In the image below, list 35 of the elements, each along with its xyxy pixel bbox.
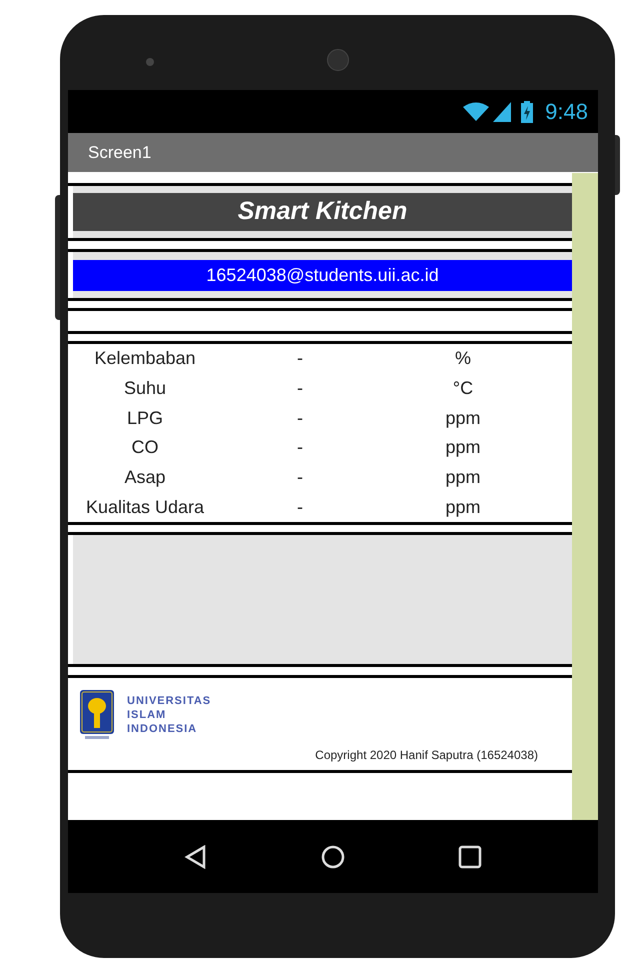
reading-label: Suhu	[122, 376, 168, 400]
reading-value: -	[296, 406, 304, 430]
reading-value: -	[296, 436, 304, 460]
reading-value: -	[296, 376, 304, 400]
email-text: 16524038@students.uii.ac.id	[206, 264, 439, 287]
reading-value: -	[296, 496, 304, 519]
camera-icon	[146, 58, 154, 66]
reading-label: LPG	[126, 406, 164, 430]
home-icon[interactable]	[320, 844, 345, 868]
signal-icon	[493, 102, 512, 122]
reading-label: CO	[130, 436, 160, 460]
reading-unit: ppm	[444, 436, 482, 460]
reading-label: Asap	[123, 466, 167, 489]
university-name: UNIVERSITAS	[127, 694, 212, 708]
university-name: ISLAM	[127, 708, 168, 722]
recent-apps-icon[interactable]	[458, 844, 482, 868]
screen-title: Screen1	[88, 142, 152, 164]
reading-value: -	[296, 347, 304, 370]
university-name: INDONESIA	[127, 722, 198, 736]
reading-unit: °C	[452, 376, 474, 400]
copyright-text: Copyright 2020 Hanif Saputra (16524038)	[315, 747, 538, 764]
university-emblem-icon	[80, 690, 114, 740]
reading-unit: ppm	[444, 406, 482, 430]
reading-unit: %	[454, 347, 472, 370]
battery-icon	[521, 100, 534, 122]
reading-unit: ppm	[444, 496, 482, 519]
wifi-icon	[463, 102, 490, 122]
reading-label: Kelembaban	[93, 347, 197, 370]
clock-time: 9:48	[545, 98, 588, 126]
reading-label: Kualitas Udara	[84, 496, 206, 519]
sensor-icon	[327, 49, 349, 71]
app-title: Smart Kitchen	[238, 196, 408, 228]
back-icon[interactable]	[184, 844, 208, 868]
reading-value: -	[296, 466, 304, 489]
reading-unit: ppm	[444, 466, 482, 489]
